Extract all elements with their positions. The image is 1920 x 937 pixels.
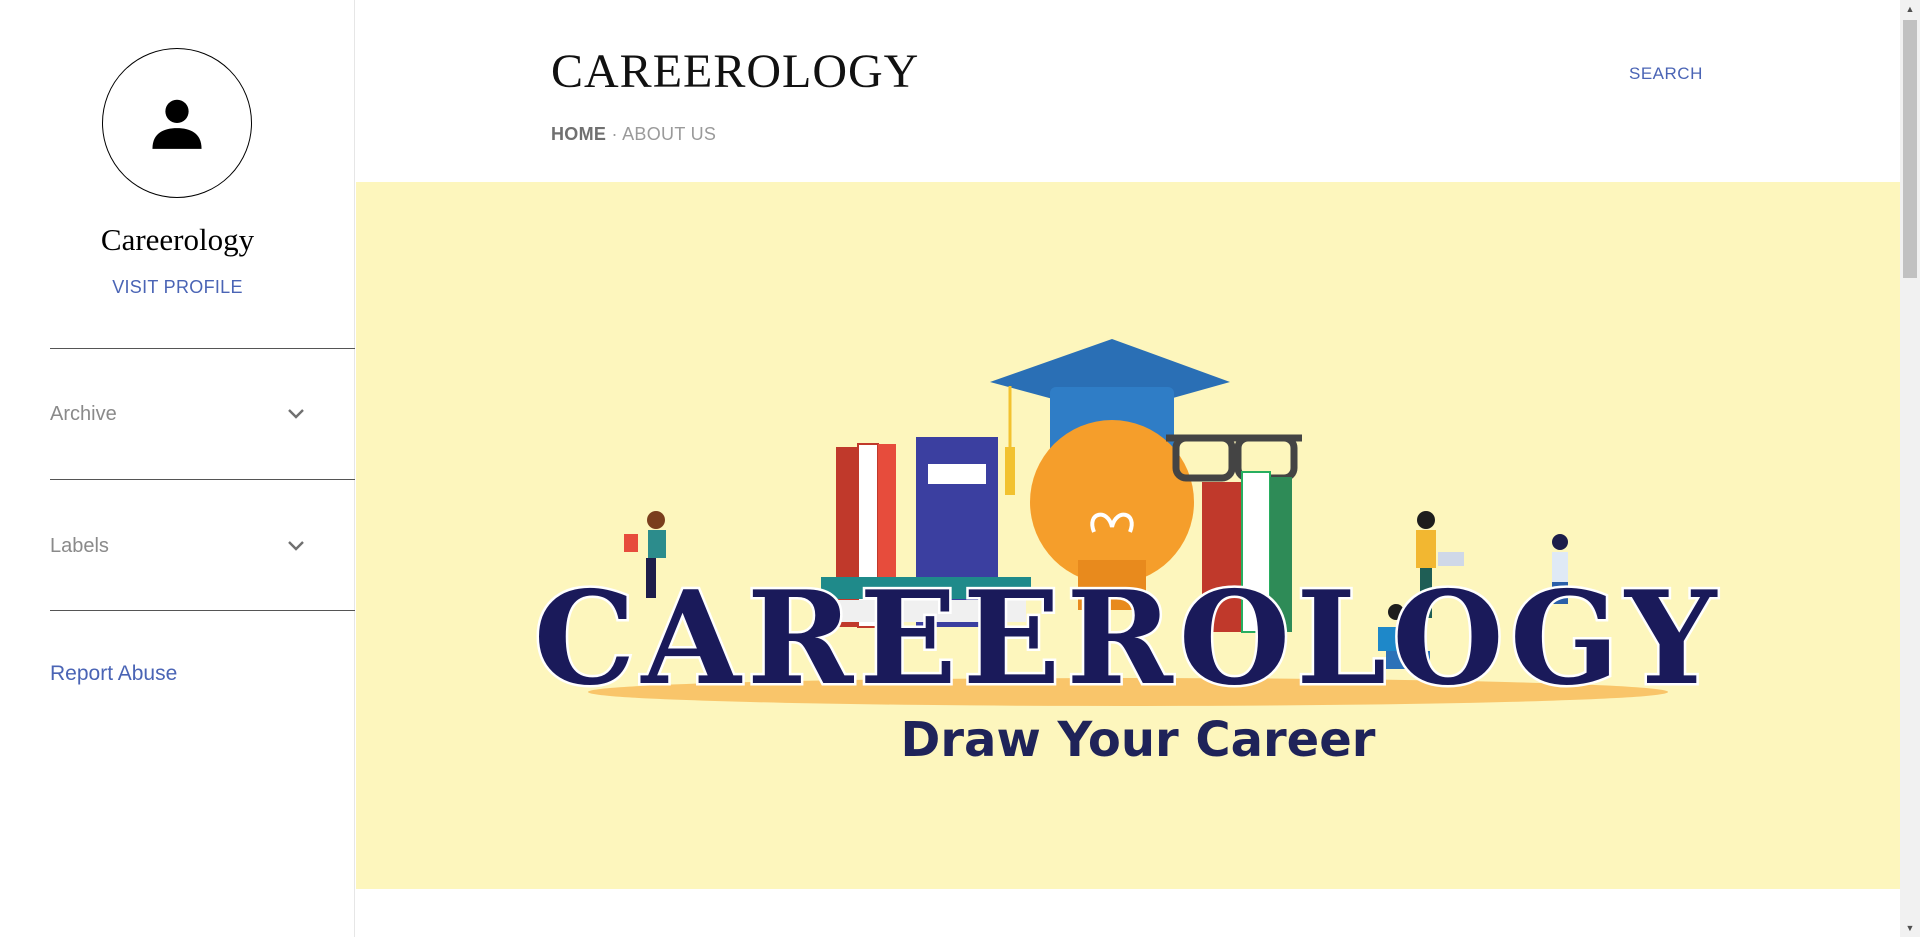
chevron-down-icon xyxy=(288,541,304,551)
banner-title: CAREEROLOGY xyxy=(531,562,1723,717)
archive-label: Archive xyxy=(50,402,117,425)
sidebar: Careerology VISIT PROFILE Archive Labels… xyxy=(0,0,355,937)
profile-name: Careerology xyxy=(100,222,255,257)
site-title[interactable]: CAREEROLOGY xyxy=(551,44,919,99)
sidebar-divider xyxy=(50,610,355,611)
labels-label: Labels xyxy=(50,534,109,557)
archive-dropdown[interactable]: Archive xyxy=(50,394,305,434)
banner-illustration xyxy=(588,339,1668,706)
chevron-down-icon xyxy=(288,409,304,419)
visit-profile-link[interactable]: VISIT PROFILE xyxy=(0,277,355,298)
page-scrollbar[interactable]: ▲ ▼ xyxy=(1900,0,1920,937)
scroll-down-arrow[interactable]: ▼ xyxy=(1900,919,1920,937)
banner-tagline: Draw Your Career xyxy=(900,712,1376,768)
report-abuse-link[interactable]: Report Abuse xyxy=(50,662,177,686)
main-nav: HOME · ABOUT US xyxy=(551,124,716,145)
search-link[interactable]: SEARCH xyxy=(1629,64,1703,84)
nav-separator: · xyxy=(611,124,618,144)
labels-dropdown[interactable]: Labels xyxy=(50,526,305,566)
hero-banner: CAREEROLOGY Draw Your Career xyxy=(356,182,1900,889)
scroll-up-arrow[interactable]: ▲ xyxy=(1900,0,1920,18)
profile-avatar[interactable] xyxy=(102,48,252,198)
sidebar-divider xyxy=(50,348,355,349)
person-icon xyxy=(152,99,202,149)
sidebar-divider xyxy=(50,479,355,480)
nav-home-link[interactable]: HOME xyxy=(551,124,606,144)
nav-about-link[interactable]: ABOUT US xyxy=(622,124,716,144)
scrollbar-thumb[interactable] xyxy=(1903,20,1917,278)
